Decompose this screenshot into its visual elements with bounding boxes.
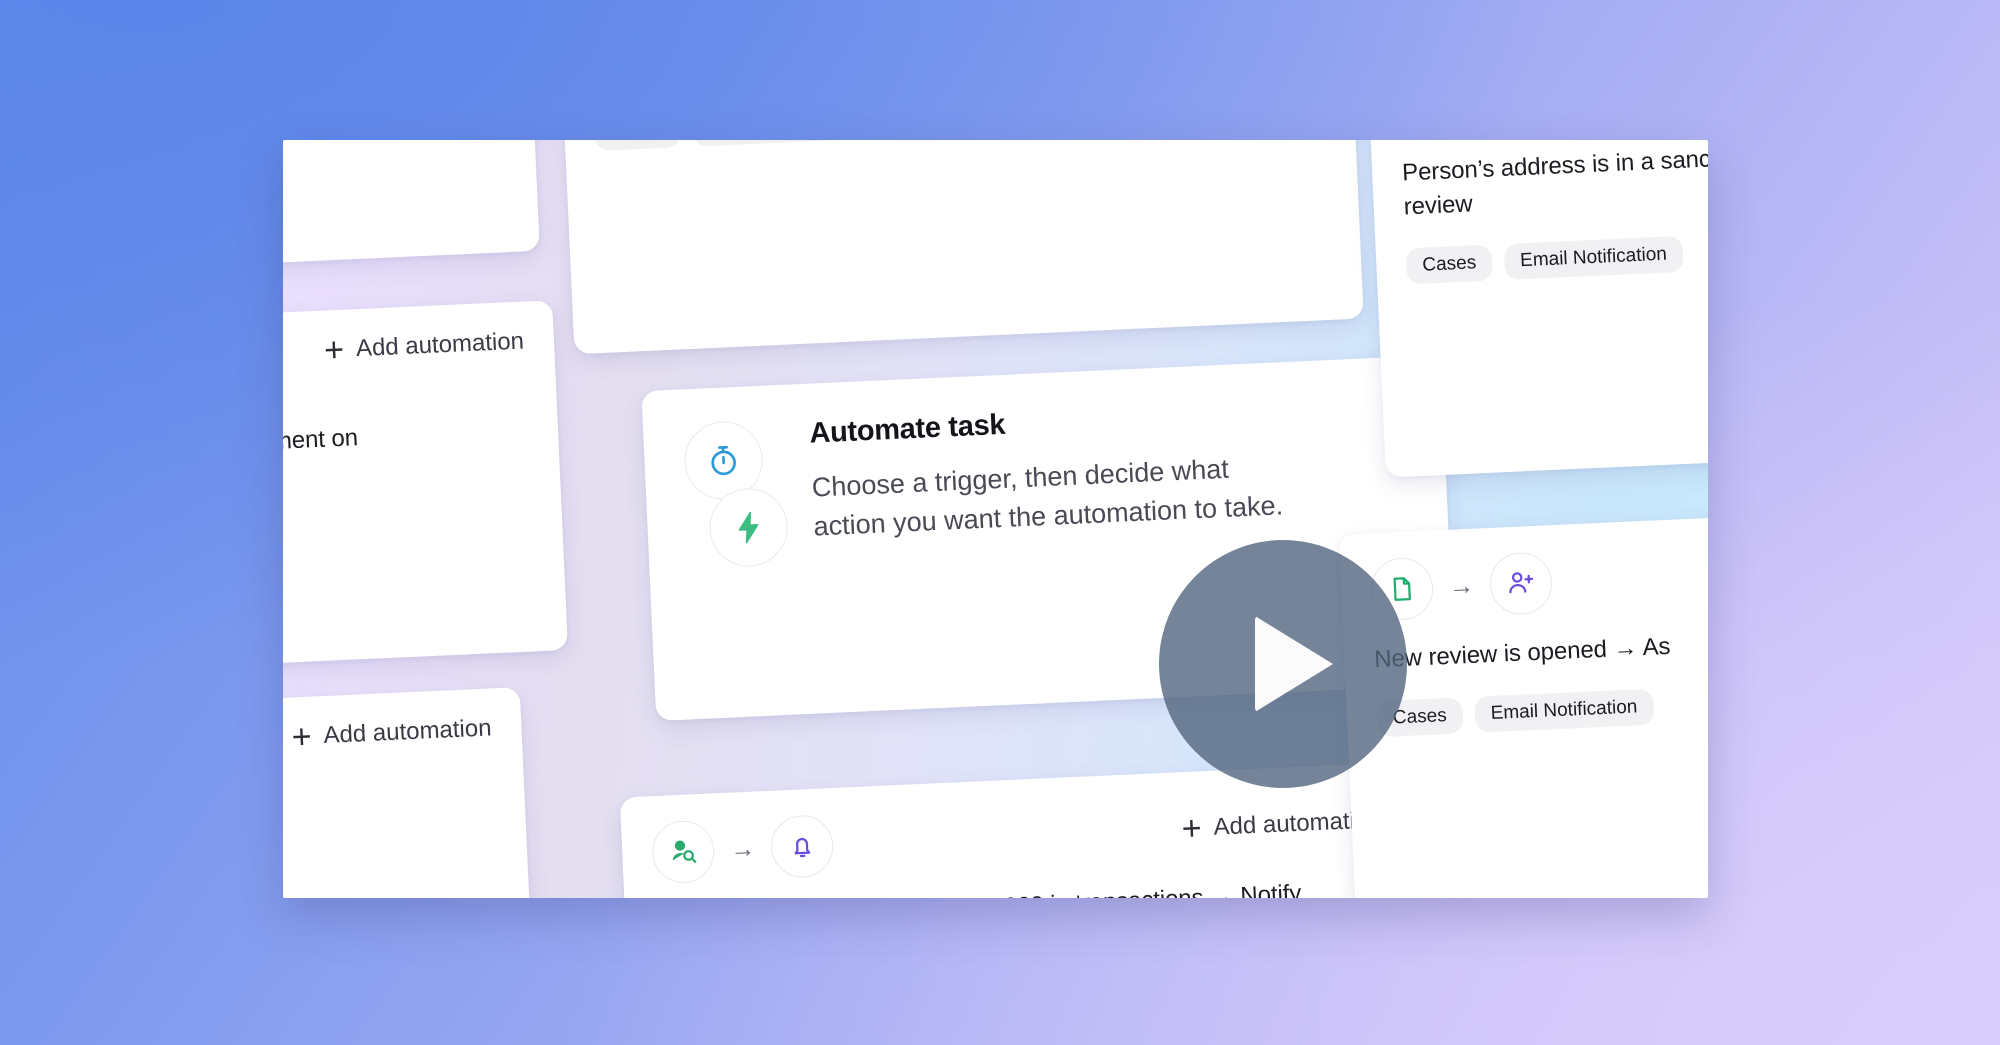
plus-icon: + — [290, 717, 313, 757]
tag-email-notification[interactable]: Email Notification — [691, 140, 872, 147]
tag-list: Cases Email Notification — [1376, 676, 1708, 738]
card-sanctions-review[interactable]: → Person’s address is in a sanctions rev… — [1366, 140, 1708, 478]
person-search-icon — [650, 819, 716, 885]
tag-list: Cases Email Notification — [593, 140, 1325, 152]
plus-icon: + — [1180, 809, 1203, 849]
arrow-icon: → — [1448, 571, 1475, 601]
add-automation-label: Add automation — [355, 327, 525, 363]
card-text: days → Sample 30% — [283, 800, 496, 855]
play-button[interactable] — [1159, 540, 1407, 788]
card-partial-top-left[interactable] — [283, 140, 540, 271]
lightning-bolt-icon — [707, 486, 790, 569]
promo-body: Choose a trigger, then decide what actio… — [811, 453, 1284, 542]
card-text: val → Leave a comment on — [283, 424, 359, 464]
promo-title: Automate task — [808, 408, 1006, 450]
card-text: Person’s address is in a sanctions revie… — [1401, 143, 1708, 221]
video-player-frame[interactable]: + Add automation val → Leave a comment o… — [283, 140, 1708, 898]
card-text: New review is opened → As — [1373, 632, 1671, 674]
icon-row: → — [1369, 534, 1708, 622]
plus-icon: + — [323, 330, 345, 370]
add-automation-button[interactable]: + Add automation — [290, 714, 493, 757]
arrow-icon: → — [729, 834, 756, 864]
add-automation-label: Add automation — [322, 714, 493, 750]
tag-cases[interactable]: Cases — [593, 140, 682, 152]
card-sample-thirty[interactable]: + Add automation days → Sample 30% — [283, 687, 535, 898]
play-triangle-icon — [1255, 616, 1333, 712]
add-automation-button[interactable]: + Add automation — [323, 327, 525, 370]
tag-email-notification[interactable]: Email Notification — [1473, 688, 1655, 733]
bell-icon — [769, 814, 835, 879]
card-weekly-summary[interactable]: → Every Monday at 9:00 AM → Send a summa… — [554, 140, 1364, 355]
tag-cases[interactable]: Cases — [1405, 244, 1494, 285]
person-add-icon — [1488, 551, 1554, 616]
icon-row: → — [650, 814, 835, 885]
tag-email-notification[interactable]: Email Notification — [1503, 236, 1684, 281]
card-leave-comment[interactable]: + Add automation val → Leave a comment o… — [283, 300, 568, 674]
automation-board: + Add automation val → Leave a comment o… — [283, 140, 1708, 898]
promo-icon-stack — [682, 419, 790, 569]
tag-list: Cases Email Notification — [1405, 226, 1708, 285]
